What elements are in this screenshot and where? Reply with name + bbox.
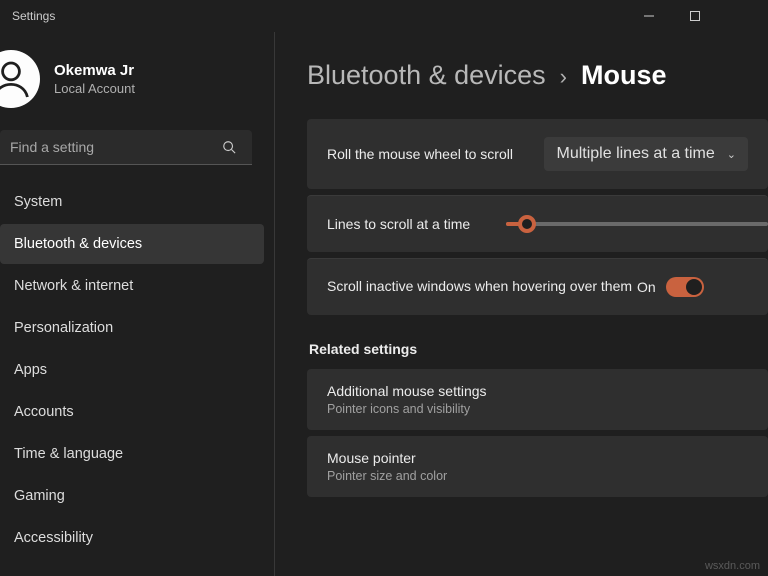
maximize-button[interactable]	[672, 0, 718, 32]
sidebar-item-network[interactable]: Network & internet	[0, 266, 264, 306]
link-title: Mouse pointer	[327, 450, 748, 466]
setting-label: Lines to scroll at a time	[327, 216, 470, 232]
avatar	[0, 50, 40, 108]
sidebar: Okemwa Jr Local Account System Bluetooth…	[0, 32, 275, 576]
sidebar-item-gaming[interactable]: Gaming	[0, 476, 264, 516]
chevron-down-icon: ⌄	[727, 148, 736, 161]
setting-label: Roll the mouse wheel to scroll	[327, 146, 530, 162]
search-input[interactable]	[0, 130, 252, 165]
toggle-state-label: On	[637, 279, 656, 295]
window-controls	[626, 0, 764, 32]
sidebar-item-bluetooth-devices[interactable]: Bluetooth & devices	[0, 224, 264, 264]
sidebar-item-time-language[interactable]: Time & language	[0, 434, 264, 474]
link-title: Additional mouse settings	[327, 383, 748, 399]
slider-thumb[interactable]	[518, 215, 536, 233]
link-mouse-pointer[interactable]: Mouse pointer Pointer size and color	[307, 436, 768, 497]
sidebar-item-apps[interactable]: Apps	[0, 350, 264, 390]
search-icon	[222, 140, 236, 159]
sidebar-item-personalization[interactable]: Personalization	[0, 308, 264, 348]
sidebar-item-system[interactable]: System	[0, 182, 264, 222]
setting-label: Scroll inactive windows when hovering ov…	[327, 277, 637, 297]
watermark: wsxdn.com	[705, 560, 760, 572]
chevron-right-icon: ›	[560, 64, 567, 90]
profile-block[interactable]: Okemwa Jr Local Account	[0, 32, 274, 130]
sidebar-item-accounts[interactable]: Accounts	[0, 392, 264, 432]
page-title: Mouse	[581, 60, 667, 91]
window-title: Settings	[12, 9, 626, 23]
close-button[interactable]	[718, 0, 764, 32]
breadcrumb: Bluetooth & devices › Mouse	[307, 60, 768, 91]
lines-slider[interactable]	[506, 222, 768, 226]
breadcrumb-parent[interactable]: Bluetooth & devices	[307, 60, 546, 91]
setting-lines-to-scroll: Lines to scroll at a time	[307, 195, 768, 252]
link-subtitle: Pointer size and color	[327, 469, 748, 483]
title-bar: Settings	[0, 0, 768, 32]
dropdown-value: Multiple lines at a time	[556, 145, 714, 163]
search-wrap	[0, 130, 264, 165]
user-account-type: Local Account	[54, 81, 135, 96]
minimize-button[interactable]	[626, 0, 672, 32]
setting-scroll-inactive[interactable]: Scroll inactive windows when hovering ov…	[307, 258, 768, 315]
related-settings-heading: Related settings	[309, 341, 768, 357]
user-name: Okemwa Jr	[54, 62, 135, 79]
scroll-wheel-dropdown[interactable]: Multiple lines at a time ⌄	[544, 137, 748, 171]
link-additional-mouse-settings[interactable]: Additional mouse settings Pointer icons …	[307, 369, 768, 430]
link-subtitle: Pointer icons and visibility	[327, 402, 748, 416]
toggle-switch[interactable]	[666, 277, 704, 297]
main-content: Bluetooth & devices › Mouse Roll the mou…	[275, 32, 768, 576]
sidebar-item-accessibility[interactable]: Accessibility	[0, 518, 264, 558]
setting-scroll-wheel[interactable]: Roll the mouse wheel to scroll Multiple …	[307, 119, 768, 189]
nav-list: System Bluetooth & devices Network & int…	[0, 175, 274, 559]
